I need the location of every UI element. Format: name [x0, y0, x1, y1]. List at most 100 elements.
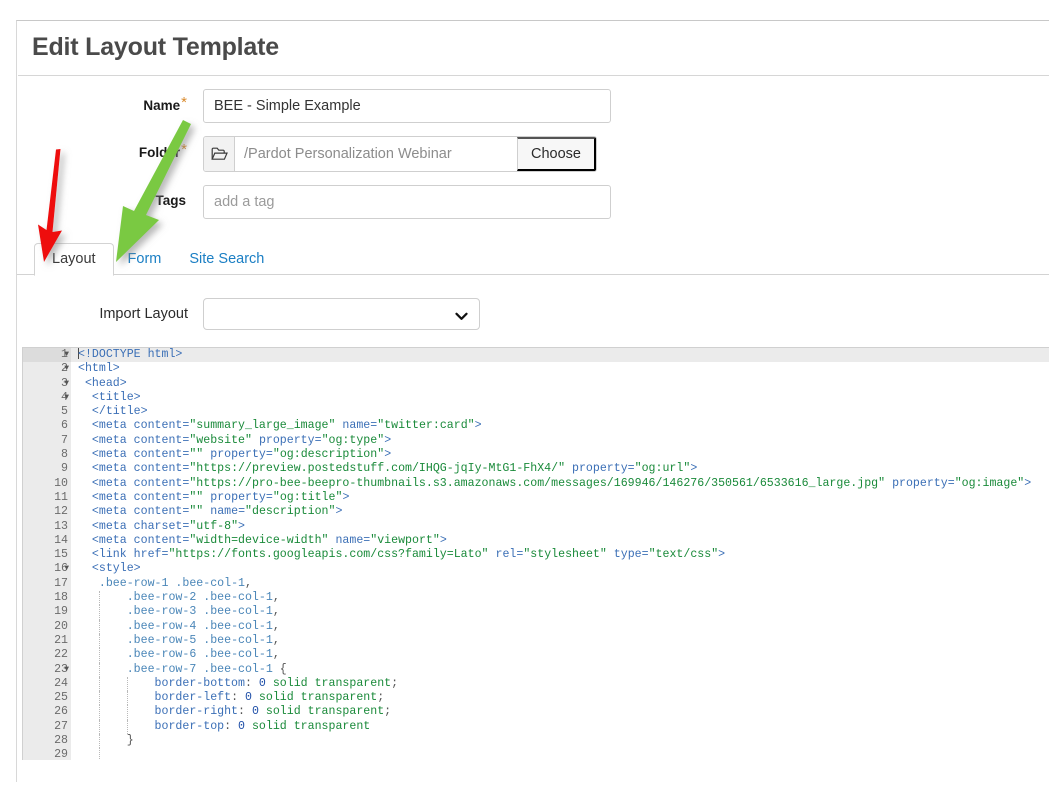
chevron-down-icon: [455, 308, 468, 326]
code-line: 27 border-top: 0 solid transparent: [23, 719, 1049, 735]
line-number: 9: [23, 462, 71, 477]
code-line: 17 .bee-row-1 .bee-col-1,: [23, 576, 1049, 592]
code-text: <style>: [91, 562, 141, 576]
code-line: 2 ▼ <html>: [23, 362, 1049, 377]
tags-input[interactable]: [203, 185, 611, 219]
fold-toggle-icon[interactable]: ▼: [64, 562, 69, 576]
html-code-editor[interactable]: 1 ▼ <!DOCTYPE html> 2 ▼ <html> 3 ▼ <head> 4 ▼ <ti…: [22, 347, 1049, 760]
name-input[interactable]: [203, 89, 611, 123]
tab-list: Layout Form Site Search: [34, 243, 278, 276]
code-line: 28 }: [23, 734, 1049, 749]
indent-guide: [99, 691, 100, 706]
name-row: Name*: [17, 89, 1049, 123]
folder-field-wrap: Choose: [203, 136, 597, 172]
code-line: 9 <meta content="https://preview.posteds…: [23, 462, 1049, 477]
tags-label-text: Tags: [155, 193, 186, 208]
line-number: 18: [23, 591, 71, 606]
code-text: .bee-row-1 .bee-col-1,: [98, 576, 252, 590]
code-line: 20 .bee-row-4 .bee-col-1,: [23, 619, 1049, 634]
line-number: 3 ▼: [23, 376, 71, 391]
page-title: Edit Layout Template: [32, 33, 279, 61]
code-text: <head>: [84, 376, 127, 390]
tab-form[interactable]: Form: [114, 244, 176, 275]
code-line: 23 ▼ .bee-row-7 .bee-col-1 {: [23, 662, 1049, 677]
indent-guide: [127, 719, 128, 735]
code-text: </title>: [91, 405, 148, 419]
line-number: 1 ▼: [23, 348, 71, 363]
code-line: 15 <link href="https://fonts.googleapis.…: [23, 548, 1049, 563]
code-line: 14 <meta content="width=device-width" na…: [23, 533, 1049, 549]
required-asterisk: *: [181, 141, 187, 158]
code-text: border-left: 0 solid transparent;: [71, 691, 1049, 706]
code-line: 13 <meta charset="utf-8">: [23, 519, 1049, 534]
indent-guide: [127, 691, 128, 706]
code-line: 16 ▼ <style>: [23, 562, 1049, 577]
name-field-wrap: [203, 89, 611, 123]
line-number: 14: [23, 533, 71, 549]
indent-guide: [99, 734, 100, 749]
code-text: border-top: 0 solid transparent: [71, 719, 1049, 735]
code-line: 25 border-left: 0 solid transparent;: [23, 691, 1049, 706]
line-number: 12: [23, 505, 71, 520]
line-number: 7: [23, 433, 71, 449]
line-number: 26: [23, 705, 71, 720]
code-text: <meta content="width=device-width" name=…: [91, 533, 447, 547]
line-number: 29: [23, 748, 71, 760]
code-text: border-bottom: 0 solid transparent;: [71, 676, 1049, 692]
code-line: 5 </title>: [23, 405, 1049, 420]
code-text: <meta content="summary_large_image" name…: [91, 419, 482, 433]
code-text: <meta charset="utf-8">: [91, 519, 246, 533]
code-line: 10 <meta content="https://pro-bee-beepro…: [23, 476, 1049, 491]
indent-guide: [99, 605, 100, 620]
folder-row: Folder* Choose: [17, 136, 1049, 172]
indent-guide: [99, 648, 100, 663]
line-number: 13: [23, 519, 71, 534]
indent-guide: [99, 633, 100, 649]
line-number: 6: [23, 419, 71, 434]
code-text: <meta content="" name="description">: [91, 505, 343, 519]
name-label: Name*: [17, 89, 188, 114]
choose-folder-button[interactable]: Choose: [517, 137, 596, 171]
line-number: 16 ▼: [23, 562, 71, 577]
line-number: 28: [23, 734, 71, 749]
indent-guide: [99, 748, 100, 760]
code-text: .bee-row-4 .bee-col-1,: [71, 619, 1049, 634]
indent-guide: [99, 705, 100, 720]
code-text: .bee-row-2 .bee-col-1,: [71, 591, 1049, 606]
code-line: 7 <meta content="website" property="og:t…: [23, 433, 1049, 449]
indent-guide: [99, 619, 100, 634]
fold-toggle-icon[interactable]: ▼: [64, 362, 69, 376]
code-text: .bee-row-3 .bee-col-1,: [71, 605, 1049, 620]
code-line: 4 ▼ <title>: [23, 390, 1049, 406]
code-text: }: [71, 734, 1049, 749]
code-text: <!DOCTYPE html>: [71, 348, 1049, 363]
code-text: .bee-row-7 .bee-col-1 {: [71, 662, 1049, 677]
fold-toggle-icon[interactable]: ▼: [64, 663, 69, 677]
line-number: 8: [23, 448, 71, 463]
indent-guide: [99, 591, 100, 606]
fold-toggle-icon[interactable]: ▼: [64, 391, 69, 405]
fold-toggle-icon[interactable]: ▼: [64, 348, 69, 362]
line-number: 5: [23, 405, 71, 420]
code-line: 18 .bee-row-2 .bee-col-1,: [23, 591, 1049, 606]
code-text: [71, 748, 1049, 760]
folder-input[interactable]: [235, 137, 517, 171]
tab-site-search[interactable]: Site Search: [175, 244, 278, 275]
line-number: 11: [23, 490, 71, 506]
code-line: 24 border-bottom: 0 solid transparent;: [23, 676, 1049, 692]
folder-label-text: Folder: [138, 145, 181, 160]
tags-field-wrap: [203, 185, 611, 219]
line-number: 24: [23, 676, 71, 692]
code-line: 6 <meta content="summary_large_image" na…: [23, 419, 1049, 434]
code-text: <meta content="website" property="og:typ…: [91, 433, 392, 447]
fold-toggle-icon[interactable]: ▼: [64, 377, 69, 391]
code-text: <link href="https://fonts.googleapis.com…: [91, 548, 726, 562]
indent-guide: [99, 719, 100, 735]
line-number: 19: [23, 605, 71, 620]
indent-guide: [127, 705, 128, 720]
folder-input-group: Choose: [203, 136, 597, 172]
tab-layout[interactable]: Layout: [34, 243, 114, 276]
import-layout-select[interactable]: [203, 298, 480, 330]
code-text: <meta content="" property="og:descriptio…: [91, 448, 392, 462]
indent-guide: [99, 662, 100, 677]
